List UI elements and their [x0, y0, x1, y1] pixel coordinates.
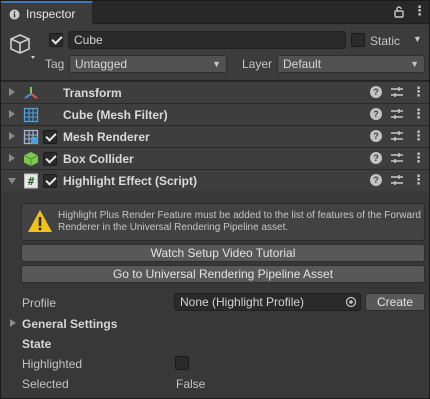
warning-icon: [28, 210, 52, 232]
layer-dropdown[interactable]: Default ▼: [277, 55, 425, 73]
static-dropdown-arrow-icon[interactable]: ▼: [413, 34, 422, 44]
component-menu-icon[interactable]: ⋮: [412, 128, 425, 144]
component-enabled-toggle[interactable]: [43, 130, 57, 144]
object-picker-icon[interactable]: [345, 296, 357, 308]
info-icon: [9, 9, 20, 19]
selected-value: False: [176, 377, 206, 391]
warning-helpbox: Highlight Plus Render Feature must be ad…: [21, 203, 425, 241]
static-label: Static: [370, 34, 401, 48]
component-enabled-toggle[interactable]: [43, 174, 57, 188]
tag-label: Tag: [45, 57, 65, 71]
preset-icon[interactable]: [390, 85, 404, 99]
tab-inspector[interactable]: Inspector: [1, 1, 93, 25]
component-enabled-toggle[interactable]: [43, 152, 57, 166]
component-name: Cube (Mesh Filter): [63, 108, 168, 122]
tab-bar: Inspector ⋮: [1, 1, 429, 25]
component-mesh-renderer[interactable]: Mesh Renderer ? ⋮: [1, 125, 429, 147]
kebab-menu-icon[interactable]: ⋮: [413, 3, 426, 19]
highlighted-checkbox[interactable]: [175, 356, 189, 370]
layer-label: Layer: [242, 57, 273, 71]
static-checkbox[interactable]: [351, 33, 365, 47]
profile-object-field[interactable]: None (Highlight Profile): [174, 293, 361, 311]
inspector-window: Inspector ⋮ Cube Static ▼ Tag Untagged ▼…: [0, 0, 430, 399]
component-transform[interactable]: Transform ? ⋮: [1, 81, 429, 103]
gameobject-header: Cube Static ▼ Tag Untagged ▼ Layer Defau…: [1, 25, 429, 81]
help-icon[interactable]: ?: [370, 174, 382, 186]
foldout-arrow-icon[interactable]: [8, 178, 16, 184]
component-name: Transform: [63, 86, 122, 100]
help-icon[interactable]: ?: [370, 86, 382, 98]
active-toggle[interactable]: [49, 33, 63, 47]
object-name-field[interactable]: Cube: [68, 31, 346, 49]
component-menu-icon[interactable]: ⋮: [412, 84, 425, 100]
gameobject-cube-icon[interactable]: [9, 32, 37, 60]
chevron-down-icon: ▼: [410, 59, 419, 69]
selected-label: Selected: [22, 377, 69, 391]
component-menu-icon[interactable]: ⋮: [412, 106, 425, 122]
component-box-collider[interactable]: Box Collider ? ⋮: [1, 147, 429, 169]
component-menu-icon[interactable]: ⋮: [412, 172, 425, 188]
foldout-arrow-icon[interactable]: [9, 132, 15, 140]
tag-value: Untagged: [75, 57, 128, 71]
preset-icon[interactable]: [390, 107, 404, 121]
state-header: State: [22, 337, 52, 351]
svg-text:#: #: [28, 175, 35, 188]
preset-icon[interactable]: [390, 129, 404, 143]
profile-label: Profile: [22, 296, 57, 310]
component-name: Mesh Renderer: [63, 130, 150, 144]
foldout-arrow-icon[interactable]: [9, 88, 15, 96]
component-name: Highlight Effect (Script): [63, 174, 197, 188]
foldout-arrow-icon[interactable]: [9, 154, 15, 162]
general-settings-foldout[interactable]: General Settings: [22, 316, 117, 332]
component-menu-icon[interactable]: ⋮: [412, 150, 425, 166]
help-icon[interactable]: ?: [370, 152, 382, 164]
transform-icon: [24, 87, 38, 99]
preset-icon[interactable]: [390, 173, 404, 187]
foldout-arrow-icon[interactable]: [9, 110, 15, 118]
highlighted-label: Highlighted: [22, 357, 83, 371]
tab-title: Inspector: [26, 7, 76, 21]
component-highlight-effect[interactable]: # Highlight Effect (Script) ? ⋮: [1, 169, 429, 191]
preset-icon[interactable]: [390, 151, 404, 165]
mesh-filter-icon: [23, 107, 39, 123]
profile-value: None (Highlight Profile): [180, 295, 305, 309]
chevron-down-icon: ▼: [212, 59, 221, 69]
watch-video-button[interactable]: Watch Setup Video Tutorial: [21, 244, 425, 262]
script-icon: #: [24, 173, 38, 189]
go-to-urp-asset-button[interactable]: Go to Universal Rendering Pipeline Asset: [21, 265, 425, 283]
lock-icon[interactable]: [393, 5, 405, 21]
tag-dropdown[interactable]: Untagged ▼: [69, 55, 227, 73]
help-icon[interactable]: ?: [370, 130, 382, 142]
component-mesh-filter[interactable]: Cube (Mesh Filter) ? ⋮: [1, 103, 429, 125]
mesh-renderer-icon: [23, 129, 39, 145]
warning-text: Highlight Plus Render Feature must be ad…: [58, 210, 421, 233]
box-collider-icon: [23, 152, 39, 166]
component-name: Box Collider: [63, 152, 134, 166]
create-profile-button[interactable]: Create: [365, 293, 425, 311]
help-icon[interactable]: ?: [370, 108, 382, 120]
general-settings-foldout-icon[interactable]: [10, 319, 16, 327]
layer-value: Default: [283, 57, 322, 71]
